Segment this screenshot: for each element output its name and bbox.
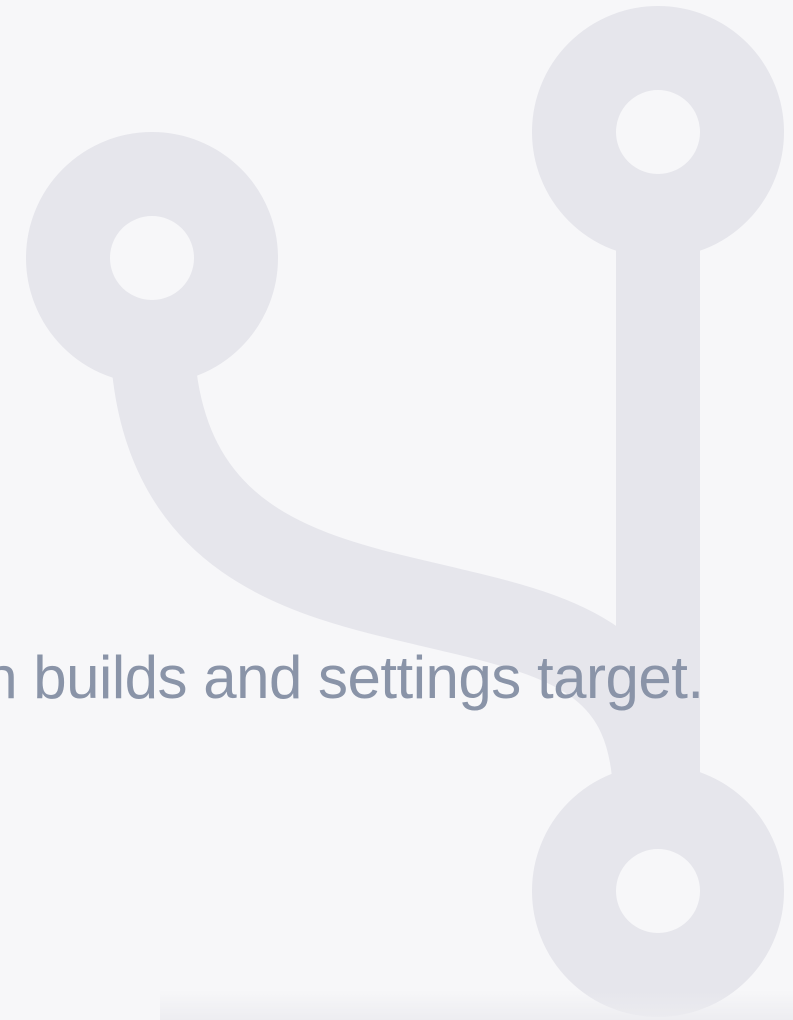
page: Branch builds and settings target.	[0, 0, 793, 1020]
git-branch-icon	[26, 6, 784, 1017]
branch-node-top-right	[532, 6, 784, 258]
bottom-shadow	[160, 990, 793, 1020]
branch-node-left	[26, 132, 278, 384]
branch-caption: Branch builds and settings target.	[0, 644, 704, 711]
branch-curve-line	[110, 339, 697, 793]
branch-node-bottom-right	[532, 765, 784, 1017]
